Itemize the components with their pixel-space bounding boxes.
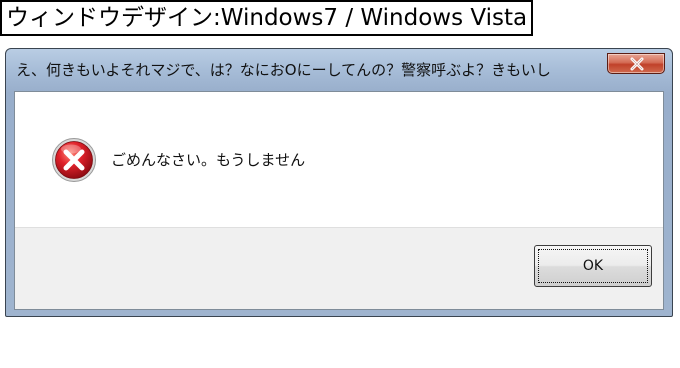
dialog-message: ごめんなさい。もうしません	[111, 151, 306, 169]
title-bar[interactable]: え、何きもいよそれマジで、は？なにおOにーしてんの？警察呼ぶよ？きもいし	[6, 49, 672, 91]
button-bar: OK	[15, 227, 663, 309]
ok-button[interactable]: OK	[534, 245, 652, 287]
window-title: え、何きもいよそれマジで、は？なにおOにーしてんの？警察呼ぶよ？きもいし	[16, 61, 551, 79]
error-icon	[52, 138, 96, 182]
message-area: ごめんなさい。もうしません	[15, 92, 663, 227]
caption-label: ウィンドウデザイン:Windows7 / Windows Vista	[0, 0, 534, 36]
dialog-client-area: ごめんなさい。もうしません OK	[14, 91, 664, 310]
error-dialog-window: え、何きもいよそれマジで、は？なにおOにーしてんの？警察呼ぶよ？きもいし ごめん…	[5, 48, 673, 317]
close-icon	[630, 57, 644, 71]
ok-button-label: OK	[582, 258, 604, 274]
close-button[interactable]	[607, 53, 665, 74]
